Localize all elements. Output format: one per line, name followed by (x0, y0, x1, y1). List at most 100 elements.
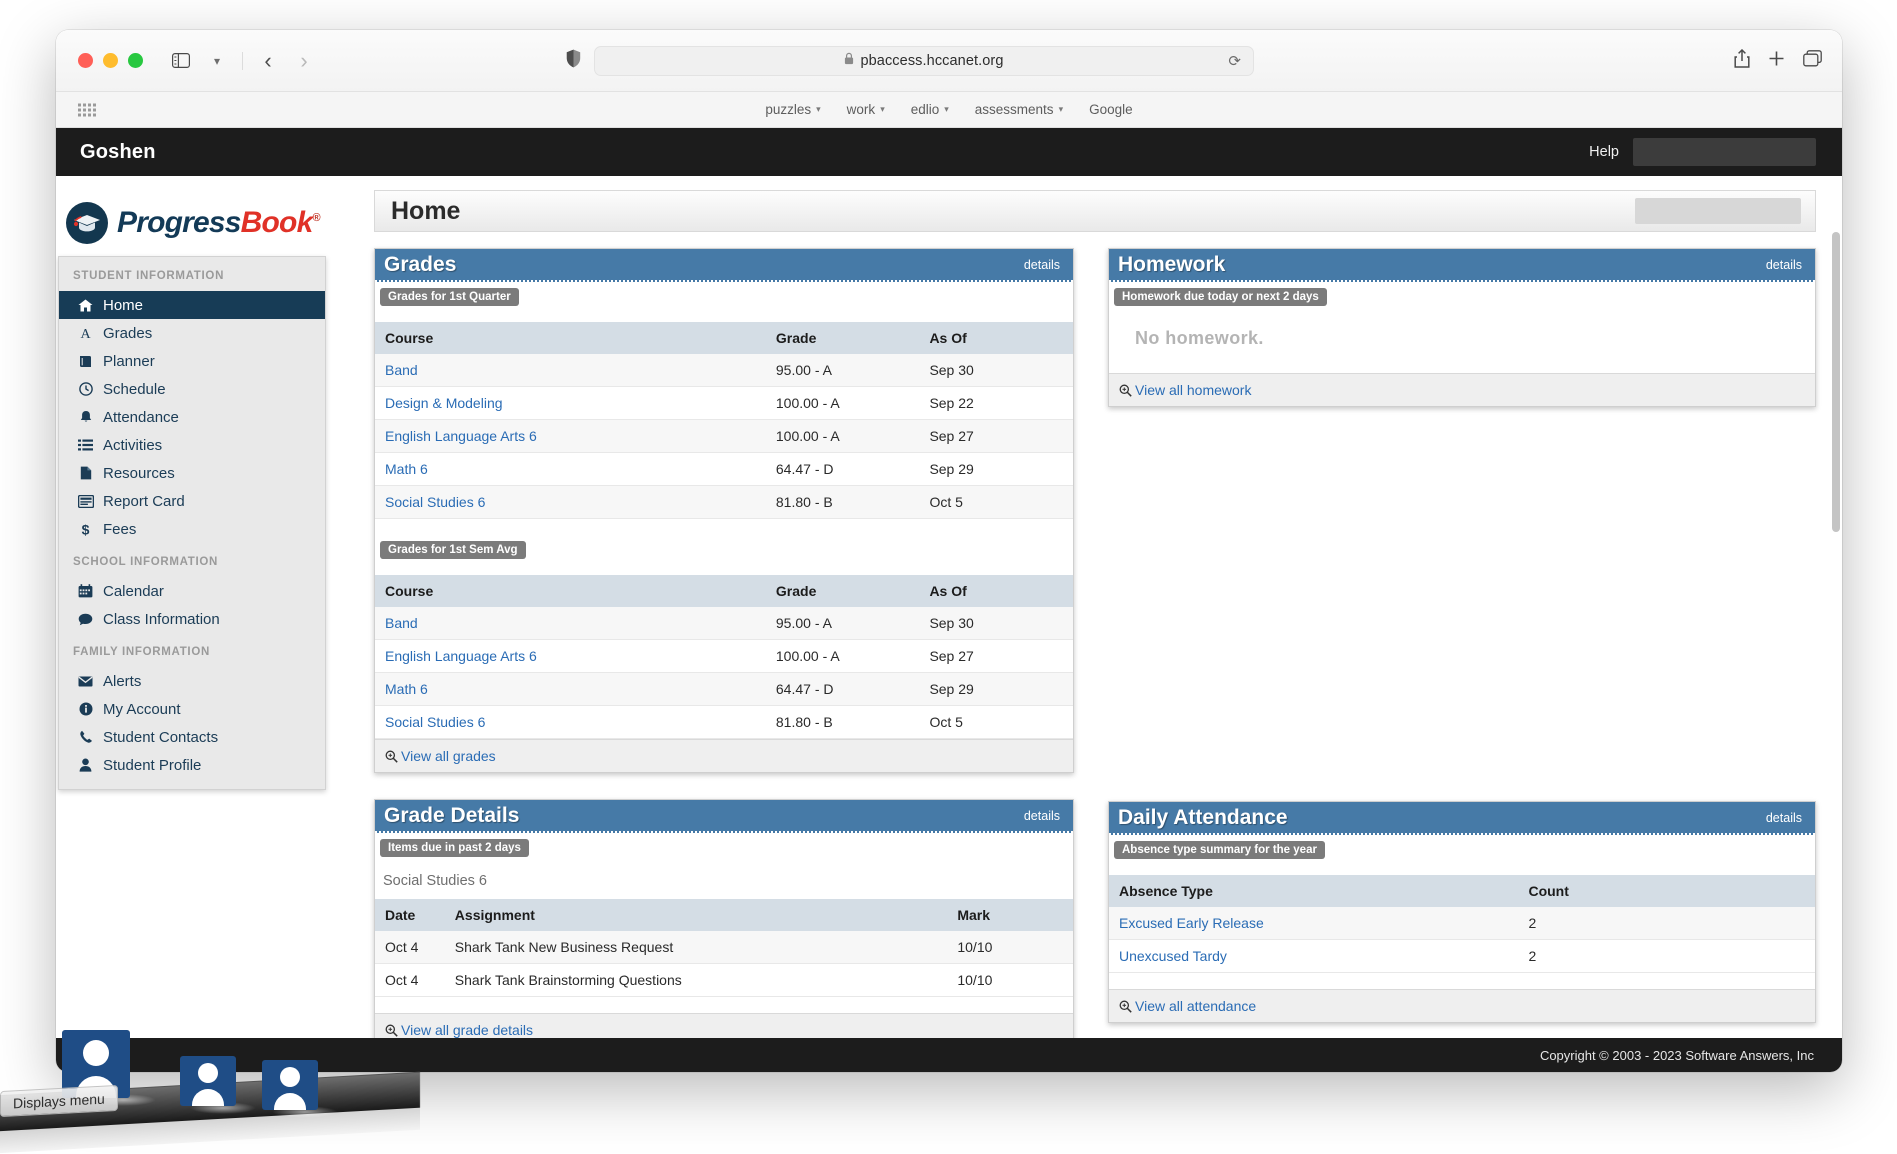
bookmarks-bar: puzzles ▾ work ▾ edlio ▾ assessments ▾ G… (56, 92, 1842, 128)
spacer (375, 306, 1073, 322)
bookmark-edlio[interactable]: edlio ▾ (911, 102, 949, 117)
grades-details-link[interactable]: details (1024, 258, 1060, 272)
view-all-homework-link[interactable]: View all homework (1135, 382, 1251, 398)
cell-absence-type: Unexcused Tardy (1109, 940, 1518, 973)
progressbook-logo: ProgressBook® (56, 194, 374, 256)
cell-as-of: Sep 29 (919, 453, 1073, 486)
dollar-icon: $ (77, 522, 94, 537)
sidebar-item-activities[interactable]: Activities (59, 431, 325, 459)
bookmark-label: assessments (975, 102, 1054, 117)
bookmark-assessments[interactable]: assessments ▾ (975, 102, 1063, 117)
grades-semester-table: Course Grade As Of Band 95.00 - A (375, 575, 1073, 739)
magnifier-icon (1119, 1000, 1132, 1013)
sidebar-section-title-school: SCHOOL INFORMATION (59, 543, 325, 577)
close-window-button[interactable] (78, 53, 93, 68)
view-all-attendance-link[interactable]: View all attendance (1135, 998, 1256, 1014)
sidebar-nav-card: STUDENT INFORMATION Home A Grades (58, 256, 326, 790)
tab-overview-icon[interactable] (1803, 50, 1822, 72)
table-row: Band 95.00 - A Sep 30 (375, 354, 1073, 387)
sidebar-chevron-down-icon[interactable]: ▾ (201, 47, 233, 75)
absence-type-link[interactable]: Excused Early Release (1119, 915, 1264, 931)
course-link[interactable]: Social Studies 6 (385, 714, 485, 730)
bookmark-google[interactable]: Google (1089, 102, 1133, 117)
chevron-down-icon: ▾ (816, 104, 821, 115)
minimize-window-button[interactable] (103, 53, 118, 68)
cell-as-of: Sep 27 (919, 640, 1073, 673)
grades-quarter-chip-row: Grades for 1st Quarter (375, 282, 1073, 306)
cell-as-of: Sep 29 (919, 673, 1073, 706)
daily-attendance-panel: Daily Attendance details Absence type su… (1108, 801, 1816, 1023)
view-all-grade-details-link[interactable]: View all grade details (401, 1022, 533, 1038)
share-icon[interactable] (1734, 49, 1750, 73)
cell-course: Band (375, 354, 766, 387)
view-all-grades-link[interactable]: View all grades (401, 748, 496, 764)
course-link[interactable]: Math 6 (385, 461, 428, 477)
help-link[interactable]: Help (1589, 144, 1619, 160)
clock-icon (77, 382, 94, 396)
bookmark-label: puzzles (765, 102, 811, 117)
scrollbar-thumb[interactable] (1832, 232, 1840, 532)
maximize-window-button[interactable] (128, 53, 143, 68)
homework-chip: Homework due today or next 2 days (1114, 288, 1327, 306)
sidebar-item-my-account[interactable]: My Account (59, 695, 325, 723)
grades-semester-chip: Grades for 1st Sem Avg (380, 541, 526, 559)
course-link[interactable]: Design & Modeling (385, 395, 503, 411)
sidebar-item-student-contacts[interactable]: Student Contacts (59, 723, 325, 751)
sidebar-item-grades[interactable]: A Grades (59, 319, 325, 347)
magnifier-icon (385, 1024, 398, 1037)
spacer (375, 559, 1073, 575)
page-scrollbar[interactable] (1832, 232, 1840, 1032)
sidebar-item-alerts[interactable]: Alerts (59, 667, 325, 695)
back-arrow-icon[interactable]: ‹ (252, 47, 284, 75)
homework-details-link[interactable]: details (1766, 258, 1802, 272)
course-link[interactable]: Band (385, 362, 418, 378)
bookmark-work[interactable]: work ▾ (847, 102, 885, 117)
cell-mark: 10/10 (947, 964, 1073, 997)
course-link[interactable]: Social Studies 6 (385, 494, 485, 510)
sidebar-item-student-profile[interactable]: Student Profile (59, 751, 325, 779)
sidebar-item-resources[interactable]: Resources (59, 459, 325, 487)
homework-panel: Homework details Homework due today or n… (1108, 248, 1816, 407)
grade-details-details-link[interactable]: details (1024, 809, 1060, 823)
sidebar-item-attendance[interactable]: Attendance (59, 403, 325, 431)
sidebar-item-schedule[interactable]: Schedule (59, 375, 325, 403)
reload-icon[interactable]: ⟳ (1228, 52, 1241, 70)
sidebar-section-title-family: FAMILY INFORMATION (59, 633, 325, 667)
table-row: Oct 4 Shark Tank New Business Request 10… (375, 931, 1073, 964)
sidebar-item-fees[interactable]: $ Fees (59, 515, 325, 543)
toolbar-right-controls (1734, 49, 1822, 73)
course-link[interactable]: English Language Arts 6 (385, 428, 537, 444)
list-icon (77, 439, 94, 451)
course-link[interactable]: Math 6 (385, 681, 428, 697)
window-traffic-lights (78, 53, 143, 68)
show-all-bookmarks-icon[interactable] (78, 103, 96, 116)
homework-panel-header: Homework details (1109, 249, 1815, 282)
attendance-details-link[interactable]: details (1766, 811, 1802, 825)
privacy-shield-icon[interactable] (566, 49, 581, 73)
grades-panel: Grades details Grades for 1st Quarter (374, 248, 1074, 773)
sidebar-item-class-information[interactable]: Class Information (59, 605, 325, 633)
bookmark-label: Google (1089, 102, 1133, 117)
svg-text:$: $ (82, 522, 90, 537)
sidebar-item-calendar[interactable]: Calendar (59, 577, 325, 605)
sidebar-item-label: Class Information (103, 611, 220, 628)
course-link[interactable]: Band (385, 615, 418, 631)
table-row: Math 6 64.47 - D Sep 29 (375, 673, 1073, 706)
address-bar[interactable]: pbaccess.hccanet.org ⟳ (594, 46, 1254, 76)
grades-sem-chip-row: Grades for 1st Sem Avg (375, 535, 1073, 559)
forward-arrow-icon[interactable]: › (288, 47, 320, 75)
spacer (1109, 859, 1815, 875)
sidebar-item-home[interactable]: Home (59, 291, 325, 319)
sidebar-item-planner[interactable]: Planner (59, 347, 325, 375)
table-row: English Language Arts 6 100.00 - A Sep 2… (375, 640, 1073, 673)
sidebar-toggle-icon[interactable] (165, 47, 197, 75)
bookmark-puzzles[interactable]: puzzles ▾ (765, 102, 820, 117)
phone-icon (77, 730, 94, 744)
sidebar-item-report-card[interactable]: Report Card (59, 487, 325, 515)
table-row: Design & Modeling 100.00 - A Sep 22 (375, 387, 1073, 420)
main-content: Home Grades details Grades (374, 176, 1842, 1072)
sidebar-item-label: My Account (103, 701, 181, 718)
course-link[interactable]: English Language Arts 6 (385, 648, 537, 664)
absence-type-link[interactable]: Unexcused Tardy (1119, 948, 1227, 964)
new-tab-icon[interactable] (1768, 50, 1785, 72)
